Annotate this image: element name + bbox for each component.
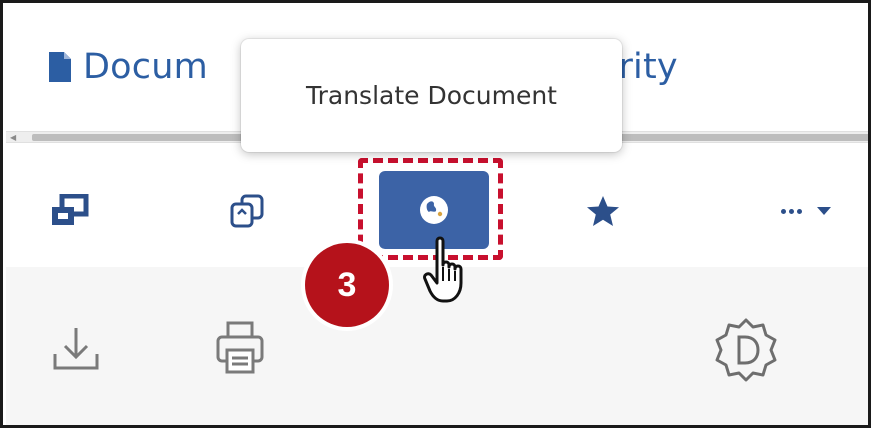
download-button[interactable] (44, 317, 108, 381)
screenshot-frame: Docum ge Security ◀ (0, 0, 871, 428)
copy-button[interactable] (220, 191, 276, 231)
print-button[interactable] (208, 315, 272, 381)
copy-icon (230, 194, 264, 228)
download-icon (53, 328, 99, 370)
split-view-button[interactable] (44, 191, 94, 231)
hand-cursor-icon (423, 236, 463, 303)
badge-button[interactable] (709, 313, 783, 387)
gear-badge-d-icon (715, 318, 777, 382)
tab-document-label: Docum (83, 47, 208, 87)
star-icon (587, 196, 619, 226)
tab-document[interactable]: Docum (49, 41, 208, 93)
more-options-button[interactable] (756, 191, 856, 231)
tooltip: Translate Document (241, 39, 622, 152)
document-icon (49, 52, 71, 82)
split-view-icon (52, 194, 89, 225)
step-number-badge: 3 (305, 243, 389, 327)
printer-icon (216, 321, 264, 374)
more-dots-icon (780, 208, 802, 214)
favorite-button[interactable] (580, 191, 626, 231)
tooltip-text: Translate Document (306, 81, 557, 110)
chevron-down-icon (816, 207, 831, 215)
globe-icon (420, 196, 448, 224)
scroll-left-icon[interactable]: ◀ (10, 133, 16, 142)
